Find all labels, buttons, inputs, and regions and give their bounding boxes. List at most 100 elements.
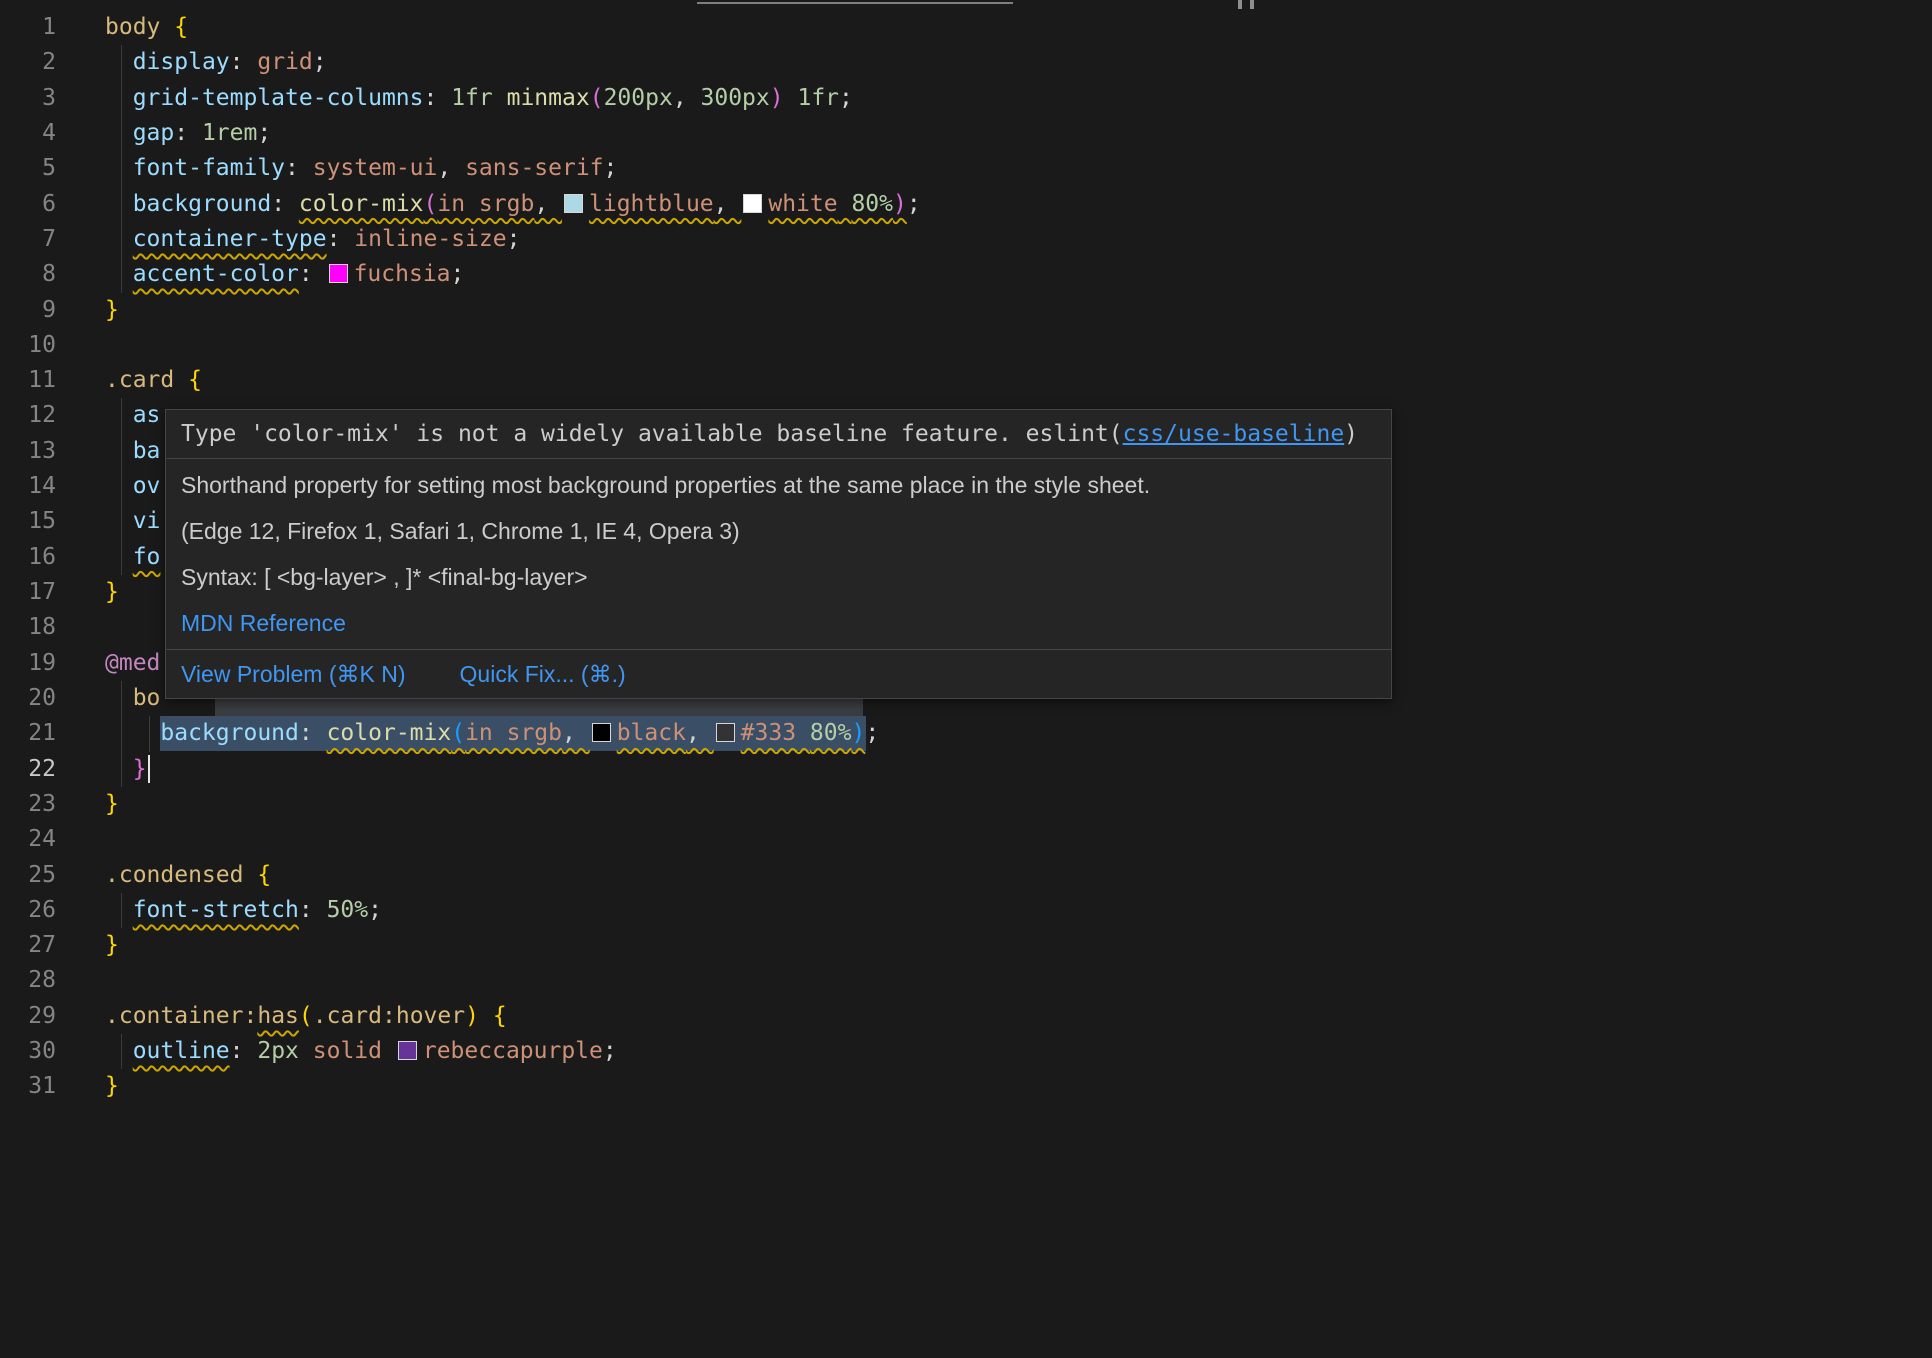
code-line-6[interactable]: 6 background: color-mix(in srgb, lightbl…	[0, 187, 1932, 222]
code-text[interactable]: as	[56, 402, 160, 428]
clipped-text-remnant-3	[1250, 0, 1254, 9]
code-text[interactable]: .container:has(.card:hover) {	[56, 1003, 507, 1029]
code-text[interactable]: background: color-mix(in srgb, black, #3…	[56, 720, 879, 746]
line-number[interactable]: 26	[0, 893, 56, 928]
line-number[interactable]: 30	[0, 1034, 56, 1069]
line-number[interactable]: 11	[0, 363, 56, 398]
code-text[interactable]	[56, 614, 105, 640]
code-line-24[interactable]: 24	[0, 822, 1932, 857]
line-number[interactable]: 23	[0, 787, 56, 822]
line-number[interactable]: 22	[0, 752, 56, 787]
line-number[interactable]: 29	[0, 999, 56, 1034]
line-number[interactable]: 7	[0, 222, 56, 257]
line-number[interactable]: 6	[0, 187, 56, 222]
code-text[interactable]	[56, 967, 105, 993]
line-number[interactable]: 1	[0, 10, 56, 45]
code-line-26[interactable]: 26 font-stretch: 50%;	[0, 893, 1932, 928]
line-number[interactable]: 25	[0, 858, 56, 893]
code-text[interactable]: .card {	[56, 367, 202, 393]
line-number[interactable]: 12	[0, 398, 56, 433]
code-text[interactable]: body {	[56, 14, 188, 40]
code-text[interactable]: }	[56, 1073, 119, 1099]
code-text[interactable]: @med	[56, 650, 160, 676]
code-line-25[interactable]: 25.condensed {	[0, 858, 1932, 893]
line-number[interactable]: 31	[0, 1069, 56, 1104]
code-line-4[interactable]: 4 gap: 1rem;	[0, 116, 1932, 151]
code-line-8[interactable]: 8 accent-color: fuchsia;	[0, 257, 1932, 292]
line-number[interactable]: 5	[0, 151, 56, 186]
code-line-1[interactable]: 1body {	[0, 10, 1932, 45]
code-line-2[interactable]: 2 display: grid;	[0, 45, 1932, 80]
indent-guide	[149, 716, 150, 751]
code-text[interactable]: vi	[56, 508, 160, 534]
code-text[interactable]	[56, 332, 105, 358]
line-number[interactable]: 16	[0, 540, 56, 575]
code-text[interactable]: ov	[56, 473, 160, 499]
color-swatch[interactable]	[716, 723, 735, 742]
code-line-22[interactable]: 22 }	[0, 752, 1932, 787]
code-text[interactable]: }	[56, 579, 119, 605]
code-line-30[interactable]: 30 outline: 2px solid rebeccapurple;	[0, 1034, 1932, 1069]
code-line-27[interactable]: 27}	[0, 928, 1932, 963]
eslint-rule-link[interactable]: css/use-baseline	[1123, 421, 1345, 447]
code-line-21[interactable]: 21 background: color-mix(in srgb, black,…	[0, 716, 1932, 751]
line-number[interactable]: 24	[0, 822, 56, 857]
code-text[interactable]: display: grid;	[56, 49, 327, 75]
code-line-10[interactable]: 10	[0, 328, 1932, 363]
code-line-7[interactable]: 7 container-type: inline-size;	[0, 222, 1932, 257]
line-number[interactable]: 19	[0, 646, 56, 681]
line-number[interactable]: 17	[0, 575, 56, 610]
code-text[interactable]: container-type: inline-size;	[56, 226, 520, 252]
code-text[interactable]: accent-color: fuchsia;	[56, 261, 464, 287]
line-number[interactable]: 14	[0, 469, 56, 504]
code-text[interactable]: gap: 1rem;	[56, 120, 271, 146]
line-number[interactable]: 27	[0, 928, 56, 963]
code-text[interactable]: font-family: system-ui, sans-serif;	[56, 155, 617, 181]
color-swatch[interactable]	[564, 194, 583, 213]
code-line-3[interactable]: 3 grid-template-columns: 1fr minmax(200p…	[0, 81, 1932, 116]
mdn-reference-link[interactable]: MDN Reference	[181, 609, 1376, 637]
line-number[interactable]: 20	[0, 681, 56, 716]
line-number[interactable]: 15	[0, 504, 56, 539]
clipped-text-remnant-2	[1238, 0, 1242, 9]
code-text[interactable]: bo	[56, 685, 160, 711]
code-line-11[interactable]: 11.card {	[0, 363, 1932, 398]
line-number[interactable]: 28	[0, 963, 56, 998]
line-number[interactable]: 8	[0, 257, 56, 292]
code-text[interactable]: outline: 2px solid rebeccapurple;	[56, 1038, 617, 1064]
code-text[interactable]: grid-template-columns: 1fr minmax(200px,…	[56, 85, 853, 111]
line-number[interactable]: 18	[0, 610, 56, 645]
line-number[interactable]: 10	[0, 328, 56, 363]
line-number[interactable]: 2	[0, 45, 56, 80]
code-line-5[interactable]: 5 font-family: system-ui, sans-serif;	[0, 151, 1932, 186]
view-problem-action[interactable]: View Problem (⌘K N)	[181, 660, 406, 688]
color-swatch[interactable]	[592, 723, 611, 742]
code-line-29[interactable]: 29.container:has(.card:hover) {	[0, 999, 1932, 1034]
code-text[interactable]: .condensed {	[56, 862, 271, 888]
code-text[interactable]	[56, 826, 105, 852]
line-number[interactable]: 4	[0, 116, 56, 151]
code-text[interactable]: }	[56, 791, 119, 817]
code-text[interactable]: font-stretch: 50%;	[56, 897, 382, 923]
color-swatch[interactable]	[743, 194, 762, 213]
code-text[interactable]: }	[56, 297, 119, 323]
indent-guide	[121, 45, 122, 80]
color-swatch[interactable]	[398, 1041, 417, 1060]
code-line-9[interactable]: 9}	[0, 293, 1932, 328]
line-number[interactable]: 9	[0, 293, 56, 328]
line-number[interactable]: 3	[0, 81, 56, 116]
code-text[interactable]: fo	[56, 544, 160, 570]
code-text[interactable]: }	[56, 756, 150, 782]
code-text[interactable]: }	[56, 932, 119, 958]
code-text[interactable]: ba	[56, 438, 160, 464]
diagnostic-message: Type 'color-mix' is not a widely availab…	[166, 410, 1391, 458]
color-swatch[interactable]	[329, 264, 348, 283]
line-number[interactable]: 13	[0, 434, 56, 469]
code-line-31[interactable]: 31}	[0, 1069, 1932, 1104]
line-number[interactable]: 21	[0, 716, 56, 751]
code-line-28[interactable]: 28	[0, 963, 1932, 998]
warning-squiggle: outline	[133, 1038, 230, 1064]
code-text[interactable]: background: color-mix(in srgb, lightblue…	[56, 191, 921, 217]
quick-fix-action[interactable]: Quick Fix... (⌘.)	[460, 660, 626, 688]
code-line-23[interactable]: 23}	[0, 787, 1932, 822]
